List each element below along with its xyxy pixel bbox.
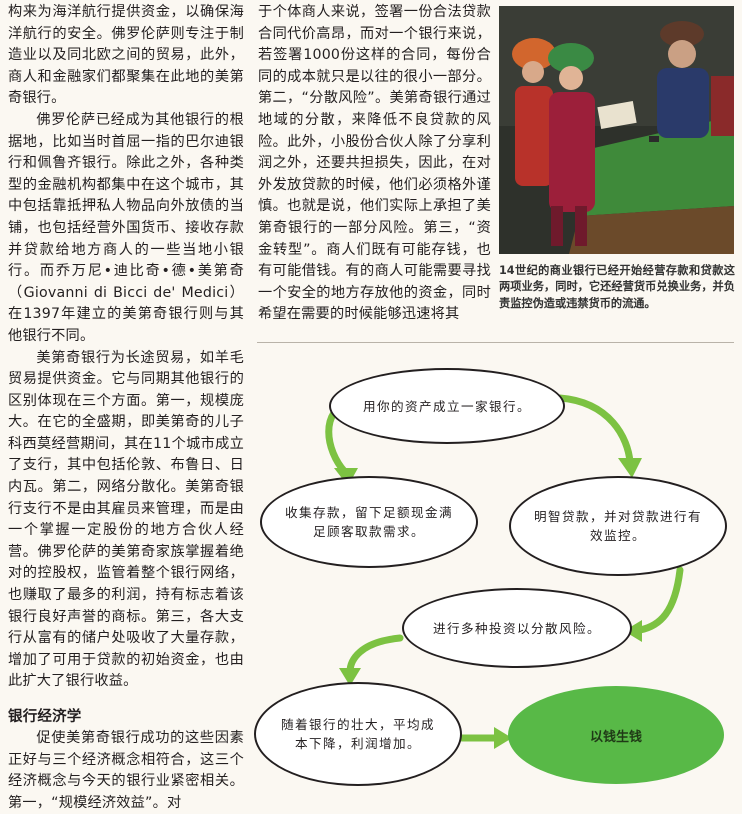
step-start-bank: 用你的资产成立一家银行。 — [329, 368, 565, 444]
step-lend-wisely: 明智贷款，并对贷款进行有效监控。 — [509, 476, 727, 576]
arrow-middle-to-bottom — [346, 634, 404, 676]
paragraph: 佛罗伦萨已经成为其他银行的根据地，比如当时首屈一指的巴尔迪银行和佩鲁齐银行。除此… — [8, 111, 244, 344]
painting-illustration — [499, 6, 734, 254]
result-make-money: 以钱生钱 — [508, 686, 724, 784]
step-diversify: 进行多种投资以分散风险。 — [402, 588, 632, 668]
article-column-1: 构来为海洋航行提供资金，以确保海洋航行的安全。佛罗伦萨则专注于制造业以及同北欧之… — [8, 2, 244, 814]
divider — [257, 342, 734, 343]
photo-caption: 14世纪的商业银行已经开始经营存款和贷款这两项业务，同时，它还经营货币兑换业务，… — [499, 264, 735, 310]
step-label: 明智贷款，并对贷款进行有效监控。 — [534, 509, 702, 543]
paragraph: 于个体商人来说，签署一份合法贷款合同代价高昂，而对一个银行来说，若签署1000份… — [258, 4, 491, 323]
step-collect-deposits: 收集存款，留下足额现金满足顾客取款需求。 — [260, 476, 478, 568]
arrow-top-to-right — [556, 394, 634, 466]
arrow-right-to-middle — [636, 566, 684, 634]
step-label: 用你的资产成立一家银行。 — [363, 398, 531, 414]
medieval-bankers-painting — [499, 6, 734, 254]
article-column-2: 于个体商人来说，签署一份合法贷款合同代价高昂，而对一个银行来说，若签署1000份… — [258, 2, 491, 326]
section-heading: 银行经济学 — [8, 709, 82, 725]
paragraph: 美第奇银行为长途贸易，如羊毛贸易提供资金。它与同期其他银行的区别体现在三个方面。… — [8, 349, 244, 690]
step-scale-up: 随着银行的壮大，平均成本下降，利润增加。 — [254, 682, 462, 786]
arrowhead — [618, 458, 642, 478]
step-label: 随着银行的壮大，平均成本下降，利润增加。 — [281, 717, 435, 751]
paragraph: 构来为海洋航行提供资金，以确保海洋航行的安全。佛罗伦萨则专注于制造业以及同北欧之… — [8, 4, 244, 107]
paragraph: 促使美第奇银行成功的这些因素正好与三个经济概念相符合，这三个经济概念与今天的银行… — [8, 730, 244, 811]
result-label: 以钱生钱 — [589, 729, 642, 745]
step-label: 进行多种投资以分散风险。 — [433, 620, 601, 636]
banking-cycle-diagram: 用你的资产成立一家银行。 收集存款，留下足额现金满足顾客取款需求。 明智贷款，并… — [250, 350, 740, 790]
step-label: 收集存款，留下足额现金满足顾客取款需求。 — [285, 505, 453, 539]
